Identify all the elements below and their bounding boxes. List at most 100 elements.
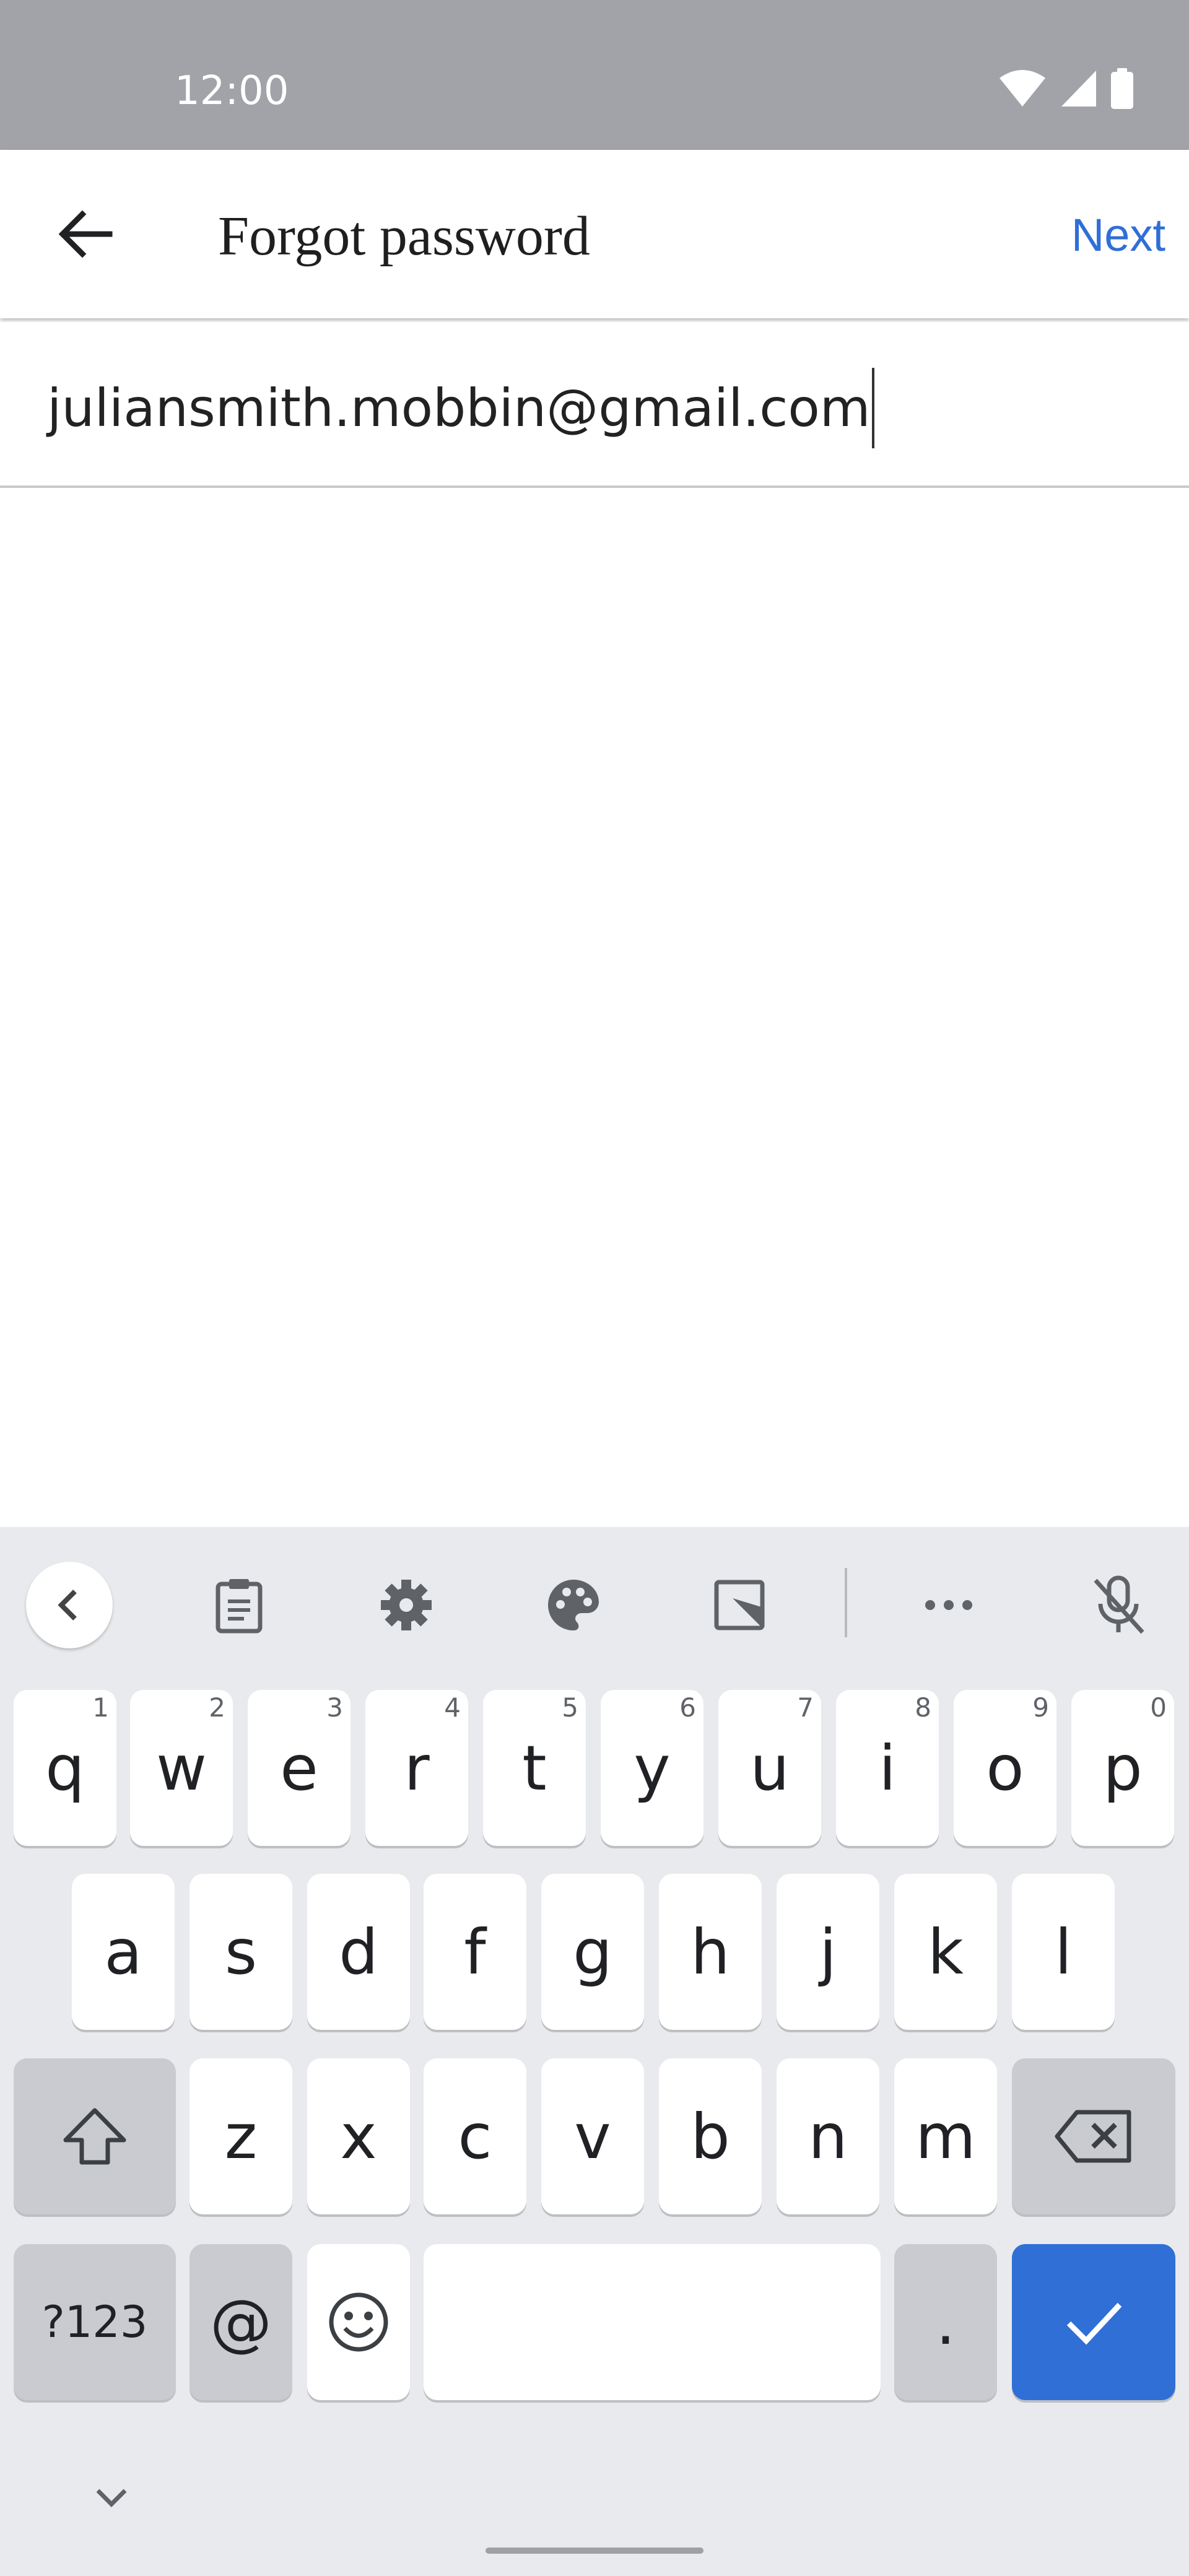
key-o[interactable]: o9: [954, 1690, 1056, 1846]
key-label: c: [458, 2100, 492, 2173]
key-label: h: [690, 1915, 730, 1988]
wifi-icon: [998, 69, 1047, 108]
key-hint: 8: [915, 1692, 931, 1723]
mic-off-icon: [1094, 1575, 1144, 1634]
key-n[interactable]: n: [777, 2058, 879, 2214]
page-title: Forgot password: [218, 206, 590, 267]
resize-button[interactable]: [697, 1562, 784, 1648]
key-label: u: [750, 1731, 790, 1804]
key-hint: 0: [1150, 1692, 1167, 1723]
battery-icon: [1111, 68, 1133, 109]
key-l[interactable]: l: [1012, 1874, 1115, 2030]
done-key[interactable]: [1012, 2244, 1175, 2400]
key-label: j: [819, 1915, 837, 1988]
key-u[interactable]: u7: [718, 1690, 821, 1846]
keyboard: [0, 1527, 1189, 2576]
key-label: n: [808, 2100, 848, 2173]
key-g[interactable]: g: [541, 1874, 644, 2030]
chevron-down-icon: [96, 2489, 127, 2507]
key-m[interactable]: m: [894, 2058, 997, 2214]
key-label: f: [464, 1915, 486, 1988]
chevron-left-icon: [58, 1590, 77, 1621]
key-label: @: [210, 2286, 272, 2359]
voice-input-button[interactable]: [1075, 1562, 1162, 1648]
backspace-key[interactable]: [1012, 2058, 1175, 2214]
collapse-toolbar-button[interactable]: [26, 1562, 113, 1648]
key-p[interactable]: p0: [1071, 1690, 1174, 1846]
key-label: m: [915, 2100, 976, 2173]
key-c[interactable]: c: [424, 2058, 526, 2214]
space-key[interactable]: [424, 2244, 881, 2400]
key-label: w: [156, 1731, 207, 1804]
symbols-key[interactable]: ?123: [14, 2244, 176, 2400]
cellular-signal-icon: [1060, 69, 1097, 108]
key-label: i: [879, 1731, 896, 1804]
key-h[interactable]: h: [659, 1874, 762, 2030]
key-x[interactable]: x: [307, 2058, 410, 2214]
key-v[interactable]: v: [541, 2058, 644, 2214]
backspace-icon: [1055, 2110, 1131, 2163]
key-label: x: [340, 2100, 377, 2173]
key-k[interactable]: k: [894, 1874, 997, 2030]
email-field[interactable]: juliansmith.mobbin@gmail.com: [0, 322, 1189, 488]
key-label: k: [928, 1915, 964, 1988]
settings-button[interactable]: [363, 1562, 450, 1648]
key-label: p: [1103, 1731, 1143, 1804]
key-hint: 2: [209, 1692, 225, 1723]
key-hint: 3: [326, 1692, 343, 1723]
key-label: a: [104, 1915, 142, 1988]
at-key[interactable]: @: [189, 2244, 292, 2400]
palette-icon: [547, 1580, 599, 1630]
home-indicator[interactable]: [486, 2548, 703, 2554]
key-label: t: [522, 1731, 547, 1804]
key-b[interactable]: b: [659, 2058, 762, 2214]
more-button[interactable]: [905, 1562, 992, 1648]
key-label: y: [634, 1731, 671, 1804]
key-y[interactable]: y6: [601, 1690, 703, 1846]
emoji-icon: [329, 2292, 388, 2352]
key-r[interactable]: r4: [365, 1690, 468, 1846]
key-z[interactable]: z: [189, 2058, 292, 2214]
toolbar-divider: [845, 1568, 847, 1637]
status-time: 12:00: [175, 68, 289, 114]
app-bar: Forgot password Next: [0, 150, 1189, 318]
key-j[interactable]: j: [777, 1874, 879, 2030]
key-q[interactable]: q1: [14, 1690, 116, 1846]
clipboard-button[interactable]: [196, 1562, 282, 1648]
key-w[interactable]: w2: [130, 1690, 233, 1846]
more-icon: [925, 1600, 972, 1610]
key-label: r: [404, 1731, 430, 1804]
emoji-key[interactable]: [307, 2244, 410, 2400]
clipboard-icon: [216, 1579, 263, 1634]
key-label: .: [936, 2286, 956, 2359]
resize-icon: [714, 1580, 765, 1630]
key-label: g: [573, 1915, 612, 1988]
key-hint: 1: [92, 1692, 109, 1723]
status-icons: [998, 68, 1133, 109]
key-f[interactable]: f: [424, 1874, 526, 2030]
next-button[interactable]: Next: [1071, 204, 1165, 266]
arrow-left-icon: [58, 209, 113, 262]
key-hint: 6: [679, 1692, 696, 1723]
back-button[interactable]: [43, 193, 128, 277]
key-d[interactable]: d: [307, 1874, 410, 2030]
status-bar: 12:00: [0, 0, 1189, 150]
key-label: b: [690, 2100, 730, 2173]
key-hint: 5: [562, 1692, 578, 1723]
hide-keyboard-button[interactable]: [93, 2484, 130, 2512]
key-t[interactable]: t5: [483, 1690, 586, 1846]
shift-icon: [63, 2108, 126, 2165]
key-e[interactable]: e3: [248, 1690, 351, 1846]
shift-key[interactable]: [14, 2058, 176, 2214]
keyboard-toolbar: [0, 1527, 1189, 1669]
theme-button[interactable]: [530, 1562, 617, 1648]
settings-icon: [381, 1580, 432, 1630]
key-s[interactable]: s: [189, 1874, 292, 2030]
key-hint: 9: [1032, 1692, 1049, 1723]
key-label: l: [1055, 1915, 1072, 1988]
email-value: juliansmith.mobbin@gmail.com: [47, 377, 871, 438]
period-key[interactable]: .: [894, 2244, 997, 2400]
key-label: v: [574, 2100, 611, 2173]
key-i[interactable]: i8: [836, 1690, 939, 1846]
key-a[interactable]: a: [72, 1874, 175, 2030]
